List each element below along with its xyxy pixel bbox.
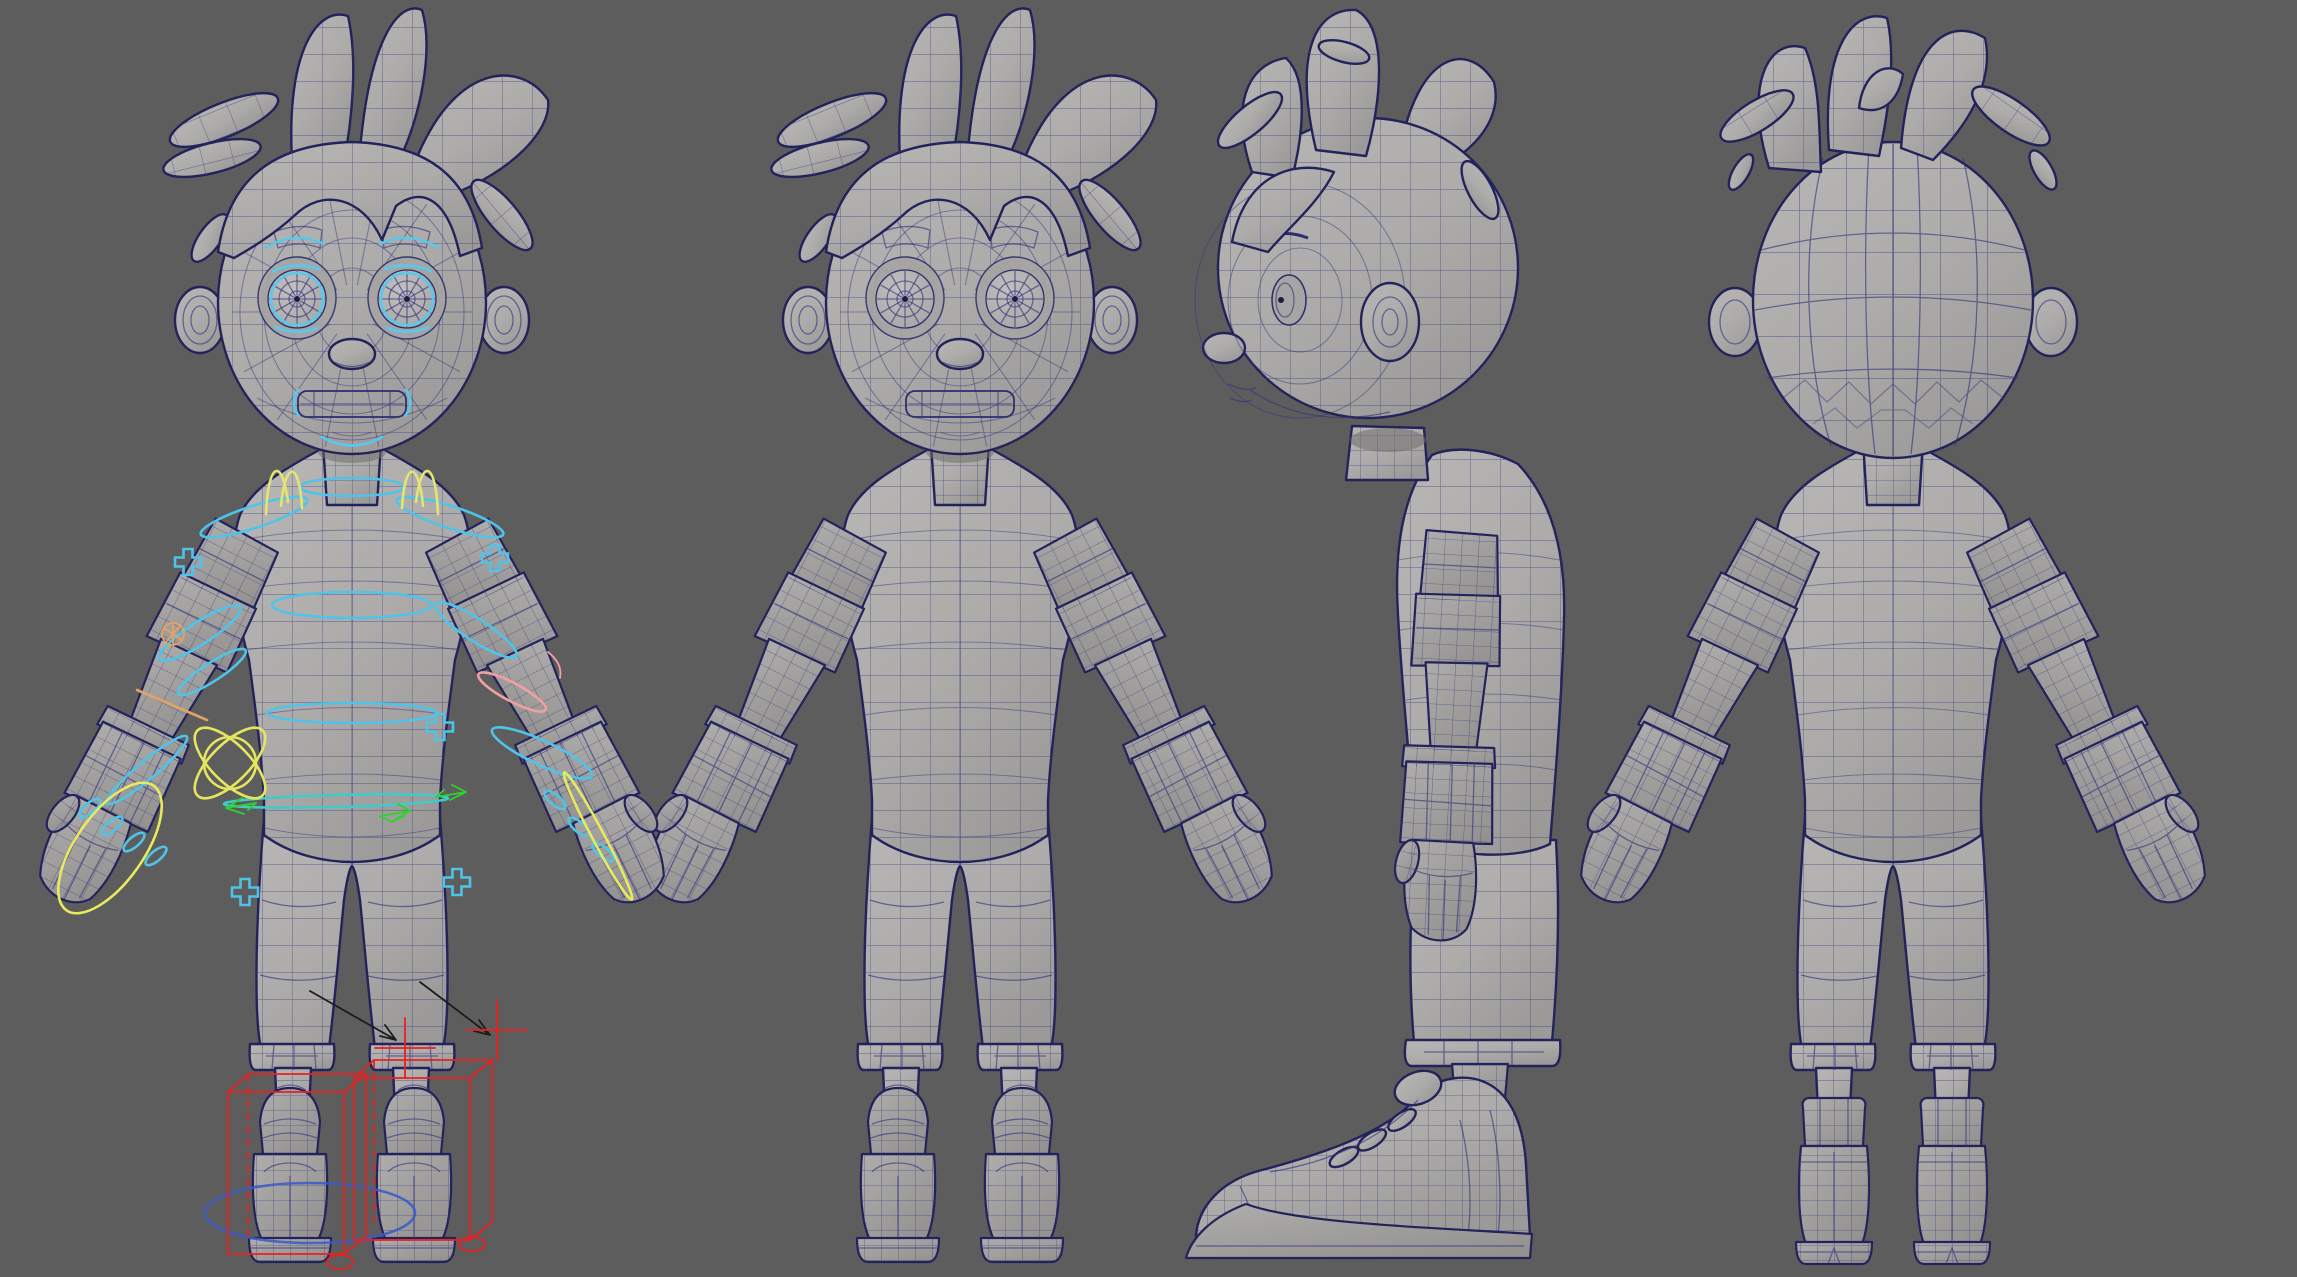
side-neck: [1346, 426, 1428, 480]
side-eye: [1272, 275, 1306, 325]
maya-3d-viewport[interactable]: [0, 0, 2297, 1277]
viewport-canvas[interactable]: [0, 0, 2297, 1277]
side-ear: [1361, 283, 1419, 361]
